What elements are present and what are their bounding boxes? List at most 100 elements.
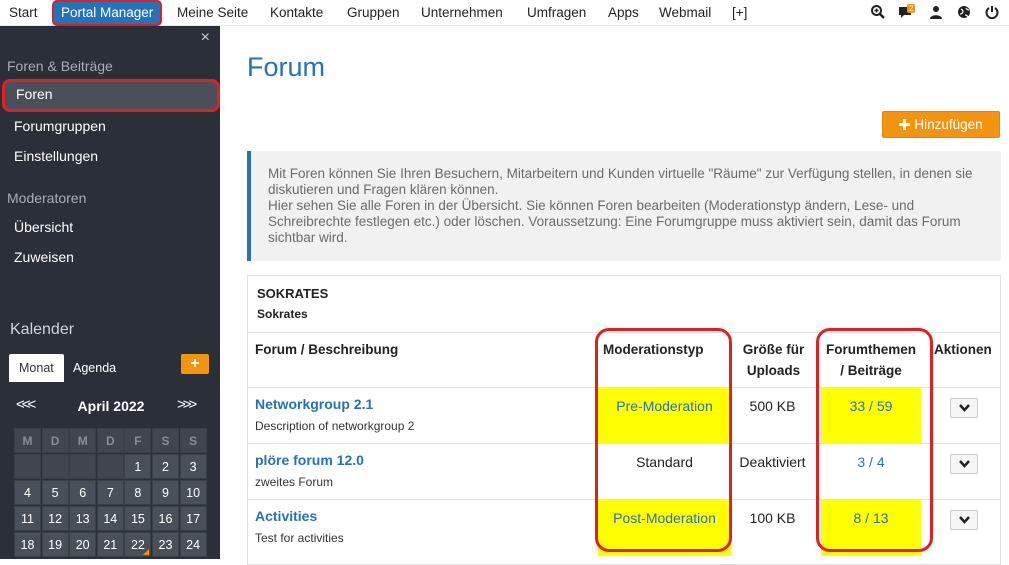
add-event-button[interactable]: + [181,354,209,374]
calendar-day[interactable]: 20 [69,532,97,557]
chat-icon[interactable]: 2 [898,4,920,21]
tab-monat[interactable]: Monat [9,354,64,382]
sidebar-item-einstellungen[interactable]: Einstellungen [0,141,220,171]
calendar-day[interactable]: 18 [14,532,41,557]
row-actions-button[interactable] [950,398,978,418]
upload-cell: 100 KB [735,500,810,556]
nav-meine-seite[interactable]: Meine Seite [177,0,248,25]
col-upload-line2: Uploads [746,363,801,378]
chevron-down-icon [959,460,970,468]
calendar-day[interactable]: 5 [41,480,69,505]
weekday-label: M [14,428,41,453]
counts-link[interactable]: 33 / 59 [850,398,893,414]
counts-link[interactable]: 3 / 4 [857,454,884,470]
sidebar-item-forumgruppen[interactable]: Forumgruppen [0,111,220,141]
calendar-empty-cell [14,454,41,479]
nav-more[interactable]: [+] [732,0,747,25]
calendar-day[interactable]: 4 [14,480,41,505]
weekday-label: S [179,428,207,453]
section-title-moderators: Moderatoren [7,190,87,206]
user-icon[interactable] [929,5,943,19]
upload-size: Deaktiviert [739,454,806,470]
add-forum-label: Hinzufügen [914,117,983,132]
next-month-button[interactable]: >>> [177,396,197,413]
calendar-day[interactable]: 13 [69,506,97,531]
col-modtype: Moderationstyp [603,342,704,357]
weekday-label: M [69,428,97,453]
calendar-day[interactable]: 9 [152,480,179,505]
col-topics-line2: / Beiträge [840,363,902,378]
calendar-day[interactable]: 8 [124,480,152,505]
calendar-day[interactable]: 14 [96,506,124,531]
search-zoom-icon[interactable] [870,4,886,20]
info-box: Mit Foren können Sie Ihren Besuchern, Mi… [247,151,1001,261]
table-row: Activities Test for activities Post-Mode… [248,499,1000,556]
modtype-link[interactable]: Pre-Moderation [616,398,713,414]
col-upload-line1: Größe für [742,342,805,357]
nav-unternehmen[interactable]: Unternehmen [421,0,503,25]
chevron-down-icon [959,404,970,412]
tab-agenda[interactable]: Agenda [63,354,126,382]
calendar-day[interactable]: 11 [14,506,41,531]
weekday-label: F [124,428,152,453]
col-forum: Forum / Beschreibung [255,342,399,357]
sidebar-item-foren[interactable]: Foren [2,79,220,112]
calendar-day[interactable]: 2 [152,454,179,479]
weekday-label: D [96,428,124,453]
modtype-link[interactable]: Post-Moderation [613,510,716,526]
calendar-day[interactable]: 7 [96,480,124,505]
col-actions: Aktionen [934,342,992,357]
counts-link[interactable]: 8 / 13 [853,510,888,526]
section-title-forums: Foren & Beiträge [7,58,113,74]
weekday-label: S [152,428,179,453]
globe-icon[interactable] [957,5,971,19]
nav-start[interactable]: Start [9,0,38,25]
nav-gruppen[interactable]: Gruppen [347,0,400,25]
sidebar-item-zuweisen[interactable]: Zuweisen [0,242,220,272]
modtype-cell: Pre-Moderation [598,388,731,444]
add-forum-button[interactable]: Hinzufügen [882,111,1000,138]
nav-kontakte[interactable]: Kontakte [270,0,323,25]
page-title: Forum [247,52,326,82]
upload-size: 100 KB [749,510,796,526]
power-icon[interactable] [985,5,999,20]
nav-umfragen[interactable]: Umfragen [527,0,586,25]
nav-portal-manager[interactable]: Portal Manager [52,0,163,26]
forum-group-panel: SOKRATES Sokrates Forum / Beschreibung M… [247,275,1001,565]
event-marker-icon [143,549,150,555]
upload-cell: Deaktiviert [735,444,810,500]
forum-link[interactable]: Networkgroup 2.1 [255,396,373,412]
calendar-day[interactable]: 24 [179,532,207,557]
calendar-day[interactable]: 1 [124,454,152,479]
forum-description: Test for activities [255,531,344,545]
nav-apps[interactable]: Apps [608,0,639,25]
table-header: Forum / Beschreibung Moderationstyp Größ… [248,332,1000,387]
calendar-day[interactable]: 23 [152,532,179,557]
calendar-day[interactable]: 21 [96,532,124,557]
forum-link[interactable]: plöre forum 12.0 [255,452,364,468]
row-actions-button[interactable] [950,454,978,474]
notification-badge: 2 [907,4,916,13]
nav-webmail[interactable]: Webmail [659,0,711,25]
calendar-header: <<< April 2022 >>> [14,396,208,418]
forum-link[interactable]: Activities [255,508,317,524]
calendar-day[interactable]: 12 [41,506,69,531]
calendar-empty-cell [41,454,69,479]
row-actions-button[interactable] [950,510,978,530]
upload-size: 500 KB [749,398,796,414]
calendar-day[interactable]: 6 [69,480,97,505]
calendar-day[interactable]: 15 [124,506,152,531]
main-content: Forum Hinzufügen Mit Foren können Sie Ih… [220,26,1009,565]
group-subtitle: Sokrates [257,307,308,321]
calendar-day[interactable]: 16 [152,506,179,531]
calendar-empty-cell [69,454,97,479]
calendar-day[interactable]: 17 [179,506,207,531]
calendar-day[interactable]: 22 [124,532,152,557]
table-row: plöre forum 12.0 zweites Forum Standard … [248,443,1000,499]
close-icon[interactable]: × [201,29,210,47]
info-text-1: Mit Foren können Sie Ihren Besuchern, Mi… [268,166,973,197]
calendar-day[interactable]: 3 [179,454,207,479]
calendar-day[interactable]: 10 [179,480,207,505]
sidebar-item-uebersicht[interactable]: Übersicht [0,212,220,242]
calendar-day[interactable]: 19 [41,532,69,557]
